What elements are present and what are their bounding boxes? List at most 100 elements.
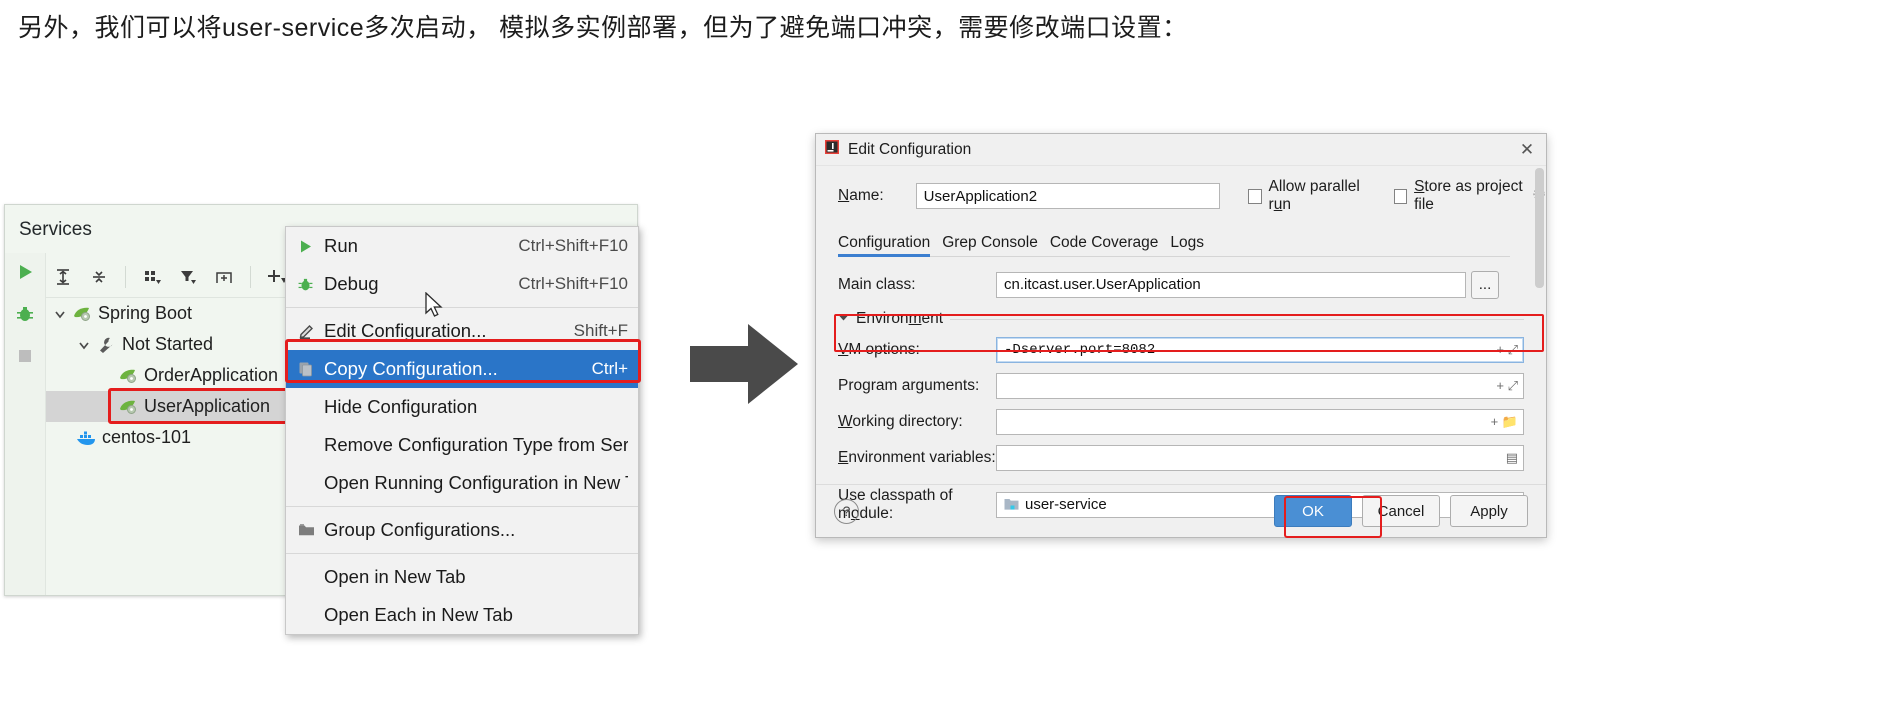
menu-item-label: Remove Configuration Type from Services [324,434,628,455]
chevron-down-icon[interactable] [838,310,849,328]
blank-icon [298,605,324,625]
vm-options-label: VM options: [838,340,920,358]
apply-button[interactable]: Apply [1450,495,1528,527]
menu-item-label: Copy Configuration... [324,358,498,379]
toolbar-divider [125,266,126,288]
debug-icon [298,274,324,294]
page-title: 另外，我们可以将user-service多次启动， 模拟多实例部署，但为了避免端… [18,14,1188,42]
toolbar-divider-2 [250,266,251,288]
program-arguments-input[interactable] [996,372,1524,399]
menu-item-open-running-configuration-in-new-tab[interactable]: Open Running Configuration in New Tab [286,464,638,502]
menu-item-group-configurations[interactable]: Group Configurations... [286,511,638,549]
ok-button[interactable]: OK [1274,495,1352,527]
menu-item-copy-configuration[interactable]: Copy Configuration... Ctrl+ [286,350,638,388]
environment-variables-label: Environment variables: [838,448,996,466]
store-as-project-file-label: Store as project file [1414,178,1523,213]
program-arguments-label: Program arguments: [838,376,980,394]
menu-item-run[interactable]: Run Ctrl+Shift+F10 [286,227,638,265]
intellij-icon [824,139,840,160]
main-class-input[interactable]: cn.itcast.user.UserApplication [996,271,1466,298]
main-class-row: Main class: cn.itcast.user.UserApplicati… [838,270,1546,299]
name-row: Name: UserApplication2 Allow parallel ru… [838,178,1546,214]
dialog-title: Edit Configuration [848,140,972,158]
menu-item-open-each-in-new-tab[interactable]: Open Each in New Tab [286,596,638,634]
vm-options-row: VM options: -Dserver.port=8082 + ⤢ [838,336,1546,363]
help-button[interactable]: ? [834,498,859,524]
tab-logs[interactable]: Logs [1170,234,1204,256]
menu-item-shortcut: Shift+F [573,321,628,340]
expand-all-icon[interactable] [48,263,78,291]
environment-variables-row: Environment variables: ▤ [838,444,1546,471]
menu-item-edit-configuration[interactable]: Edit Configuration... Shift+F [286,312,638,350]
folder-icon [298,520,324,540]
menu-item-shortcut: Ctrl+Shift+F10 [518,236,628,255]
working-directory-field: + 📁 [996,408,1524,435]
menu-item-debug[interactable]: Debug Ctrl+Shift+F10 [286,265,638,303]
mouse-cursor [424,291,446,327]
close-icon[interactable]: ✕ [1516,139,1538,161]
blank-icon [298,397,324,417]
menu-item-shortcut: Ctrl+ [591,359,628,378]
menu-item-label: Run [324,235,358,256]
dialog-tabs: Configuration Grep Console Code Coverage… [838,230,1510,257]
menu-item-label: Open in New Tab [324,566,466,587]
tab-configuration[interactable]: Configuration [838,234,931,257]
add-tab-icon[interactable] [209,263,239,291]
name-input[interactable]: UserApplication2 [915,183,1221,209]
environment-variables-input[interactable] [996,444,1524,471]
checkbox-box[interactable] [1394,188,1408,204]
vm-options-field: -Dserver.port=8082 + ⤢ [996,336,1524,363]
working-directory-input[interactable] [996,408,1524,435]
run-icon[interactable] [12,259,38,285]
tree-item-label: centos-101 [102,427,192,447]
menu-item-hide-configuration[interactable]: Hide Configuration [286,388,638,426]
environment-label: Environment [856,310,944,327]
dialog-button-bar: ? OK Cancel Apply [816,484,1546,537]
menu-separator [286,307,638,308]
checkbox-box[interactable] [1248,188,1262,204]
run-configuration-context-menu: Run Ctrl+Shift+F10 Debug Ctrl+Shift+F10 … [285,226,641,635]
tab-grep-console[interactable]: Grep Console [942,234,1038,256]
store-as-project-file-checkbox[interactable]: Store as project file [1394,178,1546,214]
working-directory-adornments[interactable]: + 📁 [1491,414,1518,430]
run-icon [298,236,324,256]
environment-section-header[interactable]: Environment [838,310,1546,328]
blank-icon [298,567,324,587]
program-arguments-adornments[interactable]: + ⤢ [1496,378,1518,394]
dialog-titlebar: Edit Configuration ✕ [816,134,1546,166]
vm-options-input[interactable]: -Dserver.port=8082 [996,336,1524,363]
allow-parallel-run-label: Allow parallel run [1268,178,1360,213]
filter-icon[interactable] [173,263,203,291]
collapse-all-icon[interactable] [84,263,114,291]
services-panel-title: Services [19,219,92,240]
stop-icon[interactable] [12,343,38,369]
menu-item-label: Open Each in New Tab [324,604,513,625]
pencil-icon [298,321,324,341]
chevron-down-icon[interactable] [76,337,92,353]
program-arguments-row: Program arguments: + ⤢ [838,372,1546,399]
tree-item-label: Not Started [122,334,214,354]
allow-parallel-run-checkbox[interactable]: Allow parallel run [1248,178,1370,214]
dialog-scrollbar[interactable] [1535,168,1544,498]
blank-icon [298,435,324,455]
main-class-browse-button[interactable]: ... [1471,270,1499,299]
edit-configuration-dialog: Edit Configuration ✕ Name: UserApplicati… [815,133,1547,538]
docker-icon [76,428,96,448]
chevron-down-icon[interactable] [52,306,68,322]
spring-boot-icon [118,397,138,417]
menu-item-open-in-new-tab[interactable]: Open in New Tab [286,558,638,596]
vm-options-adornments[interactable]: + ⤢ [1496,342,1518,358]
tab-code-coverage[interactable]: Code Coverage [1050,234,1159,256]
cancel-button[interactable]: Cancel [1362,495,1440,527]
menu-item-remove-configuration-type[interactable]: Remove Configuration Type from Services [286,426,638,464]
tree-item-label: Spring Boot [98,303,193,323]
debug-icon[interactable] [12,301,38,327]
program-arguments-field: + ⤢ [996,372,1524,399]
menu-item-label: Hide Configuration [324,396,478,417]
environment-variables-adornments[interactable]: ▤ [1506,450,1518,466]
group-by-icon[interactable] [137,263,167,291]
spring-boot-icon [72,304,92,324]
working-directory-row: Working directory: + 📁 [838,408,1546,435]
spring-boot-icon [118,366,138,386]
main-class-label: Main class: [838,275,916,293]
